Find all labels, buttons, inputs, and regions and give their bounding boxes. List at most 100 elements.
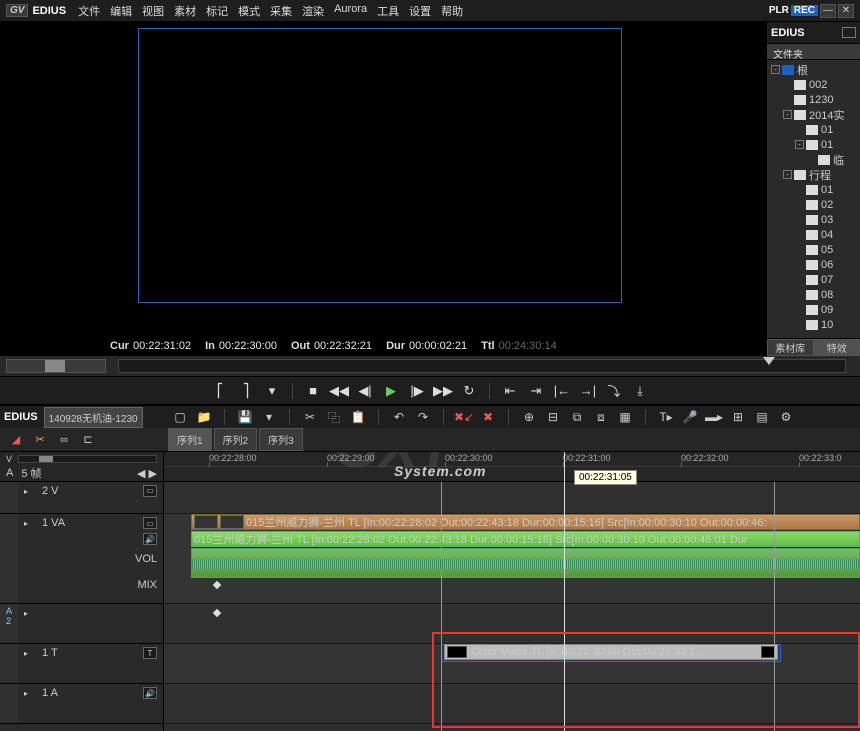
lane-1va[interactable]: 015兰州威力狮-兰州 TL [In:00:22:28:02 Out:00:22…	[164, 514, 860, 604]
playhead[interactable]: 00:22:31:05	[564, 452, 565, 731]
tree-item[interactable]: 01	[767, 182, 860, 197]
tc-dur-value[interactable]: 00:00:02:21	[409, 340, 467, 352]
tree-item[interactable]: -2014实	[767, 107, 860, 122]
keyframe-icon[interactable]	[213, 609, 221, 617]
save-icon[interactable]: 💾	[237, 409, 253, 425]
menu-mode[interactable]: 模式	[238, 3, 260, 19]
keyframe-icon[interactable]	[213, 581, 221, 589]
track-header-2v[interactable]: ▸2 V▭	[0, 482, 163, 514]
tree-item[interactable]: 1230	[767, 92, 860, 107]
set-out-button[interactable]: ⎤	[236, 382, 256, 400]
audio-clip[interactable]: 015兰州威力狮-兰州 TL [In:00:22:28:02 Out:00:22…	[191, 531, 860, 547]
tree-item[interactable]: -根	[767, 62, 860, 77]
menu-marker[interactable]: 标记	[206, 3, 228, 19]
ripple-delete-icon[interactable]: ✖↙	[456, 409, 472, 425]
expand-icon[interactable]: ▸	[24, 519, 32, 527]
shuttle-slider[interactable]	[6, 359, 106, 373]
speaker-icon[interactable]: 🔊	[143, 533, 157, 545]
project-name[interactable]: 140928无机油-1230	[44, 407, 143, 428]
tree-item[interactable]: 04	[767, 227, 860, 242]
copy-icon[interactable]: ⿻	[326, 409, 342, 425]
menu-settings[interactable]: 设置	[409, 3, 431, 19]
lane-1a[interactable]	[164, 684, 860, 724]
tree-item[interactable]: 002	[767, 77, 860, 92]
time-ruler[interactable]: 00:22:28:0000:22:29:0000:22:30:0000:22:3…	[164, 452, 860, 482]
mode-plr[interactable]: PLR	[769, 5, 789, 16]
track-header-1va[interactable]: ▸1 VA▭ 🔊 VOL MIX	[0, 514, 163, 604]
toggle-icon[interactable]: ⊞	[730, 409, 746, 425]
track-header-1t[interactable]: ▸1 TT	[0, 644, 163, 684]
video-toggle-icon[interactable]: ▭	[143, 485, 157, 497]
dropdown-icon[interactable]: ▾	[262, 382, 282, 400]
speaker-icon[interactable]: 🔊	[143, 687, 157, 699]
group-icon[interactable]: ▦	[617, 409, 633, 425]
bin-tab-effects[interactable]: 特效	[814, 339, 860, 356]
lane-a2[interactable]	[164, 604, 860, 644]
timeline-content[interactable]: GXTSystem.com 00:22:28:0000:22:29:0000:2…	[164, 452, 860, 731]
undo-icon[interactable]: ↶	[391, 409, 407, 425]
scale-value[interactable]: 5 帧	[21, 465, 41, 481]
position-bar[interactable]	[118, 359, 846, 373]
bin-folder-icon[interactable]	[842, 27, 856, 38]
position-marker[interactable]	[763, 357, 775, 365]
seq-tab-3[interactable]: 序列3	[259, 428, 303, 451]
seq-tab-1[interactable]: 序列1	[168, 428, 212, 451]
menu-clip[interactable]: 素材	[174, 3, 196, 19]
track-header-1a[interactable]: ▸1 A🔊	[0, 684, 163, 724]
menu-file[interactable]: 文件	[78, 3, 100, 19]
preview-frame[interactable]	[138, 28, 622, 303]
render-icon[interactable]: ▬▸	[706, 409, 722, 425]
prev-edit-button[interactable]: ⇤	[500, 382, 520, 400]
normal-mode-icon[interactable]: ◢	[8, 432, 24, 448]
tree-item[interactable]: 03	[767, 212, 860, 227]
lane-2v[interactable]	[164, 482, 860, 514]
audio-waveform[interactable]	[191, 548, 860, 578]
add-cut-icon[interactable]: ⊕	[521, 409, 537, 425]
tree-item[interactable]: 09	[767, 302, 860, 317]
redo-icon[interactable]: ↷	[415, 409, 431, 425]
expand-icon[interactable]: ▸	[24, 487, 32, 495]
next-frame-button[interactable]: |▶	[407, 382, 427, 400]
title-toggle-icon[interactable]: T	[143, 647, 157, 659]
menu-edit[interactable]: 编辑	[110, 3, 132, 19]
tree-item[interactable]: 临	[767, 152, 860, 167]
fastfwd-button[interactable]: ▶▶	[433, 382, 453, 400]
bin-tab-library[interactable]: 素材库	[767, 339, 814, 356]
dropdown-icon[interactable]: ▾	[261, 409, 277, 425]
minimize-button[interactable]: —	[820, 4, 836, 18]
trim-mode-icon[interactable]: ✂	[32, 432, 48, 448]
close-button[interactable]: ✕	[838, 4, 854, 18]
bin-tree[interactable]: -根0021230-2014实01-01临-行程0102030405060708…	[767, 60, 860, 338]
paste-icon[interactable]: 📋	[350, 409, 366, 425]
menu-tools[interactable]: 工具	[377, 3, 399, 19]
tc-out-value[interactable]: 00:22:32:21	[314, 340, 372, 352]
tree-item[interactable]: 08	[767, 287, 860, 302]
tree-item[interactable]: 06	[767, 257, 860, 272]
tree-item[interactable]: 01	[767, 122, 860, 137]
tc-cur-value[interactable]: 00:22:31:02	[133, 340, 191, 352]
overwrite-button[interactable]: ⤓	[630, 382, 650, 400]
layout-icon[interactable]: ▤	[754, 409, 770, 425]
link-mode-icon[interactable]: ∞	[56, 432, 72, 448]
play-button[interactable]: ▶	[381, 382, 401, 400]
tree-item[interactable]: 10	[767, 317, 860, 332]
open-icon[interactable]: 📁	[196, 409, 212, 425]
track-header-a2[interactable]: A2 ▸	[0, 604, 163, 644]
mic-icon[interactable]: 🎤	[682, 409, 698, 425]
transition-icon[interactable]: ⧉	[569, 409, 585, 425]
prev-frame-button[interactable]: ◀|	[355, 382, 375, 400]
goto-in-button[interactable]: |←	[552, 382, 572, 400]
tree-item[interactable]: -01	[767, 137, 860, 152]
menu-help[interactable]: 帮助	[441, 3, 463, 19]
mode-rec[interactable]: REC	[791, 5, 818, 16]
snap-mode-icon[interactable]: ⊏	[80, 432, 96, 448]
new-seq-icon[interactable]: ▢	[172, 409, 188, 425]
settings-icon[interactable]: ⚙	[778, 409, 794, 425]
menu-render[interactable]: 渲染	[302, 3, 324, 19]
set-in-button[interactable]: ⎡	[210, 382, 230, 400]
title-icon[interactable]: T▸	[658, 409, 674, 425]
cut-icon[interactable]: ✂	[302, 409, 318, 425]
tree-item[interactable]: 02	[767, 197, 860, 212]
menu-capture[interactable]: 采集	[270, 3, 292, 19]
tree-item[interactable]: 07	[767, 272, 860, 287]
